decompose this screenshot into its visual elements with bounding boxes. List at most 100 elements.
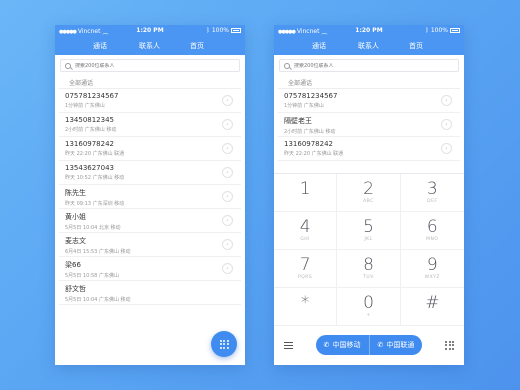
call-detail: 1分钟前 广东佛山 — [284, 103, 324, 109]
battery-info: ᛒ 100% — [425, 27, 460, 34]
tab-home[interactable]: 首页 — [190, 41, 204, 51]
key-digit: 7 — [299, 255, 311, 275]
list-item[interactable]: 13450812345 2小时前 广东佛山 移动 › — [59, 113, 241, 137]
chevron-right-icon[interactable]: › — [222, 215, 233, 226]
key-7[interactable]: 7 PQRS — [274, 250, 338, 288]
key-2[interactable]: 2 ABC — [337, 174, 401, 212]
call-detail: 2小时前 广东佛山 移动 — [284, 129, 336, 135]
key-hash[interactable]: # — [400, 288, 464, 326]
dialpad-icon — [219, 339, 229, 349]
search-icon — [65, 62, 71, 69]
tab-calls[interactable]: 通话 — [93, 41, 107, 51]
key-4[interactable]: 4 GHI — [274, 212, 338, 250]
contact-name: 13160978242 — [65, 140, 114, 148]
key-star[interactable]: * — [274, 288, 338, 326]
list-item[interactable]: 13160978242 昨天 22:20 广东佛山 联通 › — [59, 137, 241, 161]
key-3[interactable]: 3 DEF — [400, 174, 464, 212]
key-6[interactable]: 6 MNO — [400, 212, 464, 250]
call-mobile-label: 中国移动 — [332, 341, 361, 349]
list-item[interactable]: 075781234567 1分钟前 广东佛山 › — [59, 89, 241, 113]
call-detail: 昨天 10:52 广东佛山 移动 — [65, 175, 125, 181]
key-letters: MNO — [426, 237, 439, 242]
key-5[interactable]: 5 JKL — [337, 212, 401, 250]
list-item[interactable]: 舒文哲 5月5日 10:04 广东佛山 移动 — [59, 281, 241, 305]
call-detail: 昨天 22:20 广东佛山 联通 — [284, 151, 344, 157]
contact-name: 隔壁老王 — [284, 117, 312, 125]
contact-name: 陈先生 — [65, 189, 86, 197]
key-digit: 8 — [363, 255, 374, 275]
section-title: 全部通话 — [278, 72, 460, 89]
key-digit: 1 — [299, 179, 311, 199]
key-1[interactable]: 1 — [274, 174, 338, 212]
key-letters: WXYZ — [424, 275, 440, 280]
chevron-right-icon[interactable]: › — [222, 191, 233, 202]
key-digit: 2 — [363, 179, 374, 199]
dialpad-toggle-icon[interactable] — [445, 340, 454, 350]
phone-icon: ✆ — [377, 341, 384, 349]
call-mobile-button[interactable]: ✆ 中国移动 — [316, 335, 369, 355]
bluetooth-icon: ᛒ — [425, 27, 429, 34]
list-item[interactable]: 13543627043 昨天 10:52 广东佛山 移动 › — [59, 161, 241, 185]
list-item[interactable]: 黄小姐 5月5日 10:04 北京 移动 › — [59, 209, 241, 233]
chevron-right-icon[interactable]: › — [222, 239, 233, 250]
tab-calls[interactable]: 通话 — [312, 41, 326, 51]
search-icon — [284, 62, 290, 69]
key-9[interactable]: 9 WXYZ — [400, 250, 464, 288]
chevron-right-icon[interactable]: › — [222, 263, 233, 274]
key-letters: ABC — [363, 199, 374, 204]
call-detail: 5月5日 10:58 广东佛山 — [65, 273, 119, 279]
call-detail: 昨天 09:13 广东深圳 移动 — [65, 201, 125, 207]
bluetooth-icon: ᛒ — [206, 27, 210, 34]
call-unicom-label: 中国联通 — [386, 341, 415, 349]
top-nav: 通话 联系人 首页 — [274, 37, 464, 55]
search-box[interactable] — [279, 59, 459, 72]
menu-icon[interactable] — [284, 341, 293, 349]
list-item[interactable]: 075781234567 1分钟前 广东佛山 › — [278, 89, 460, 113]
key-digit: 6 — [426, 217, 438, 237]
call-detail: 昨天 22:20 广东佛山 联通 — [65, 151, 125, 157]
chevron-right-icon[interactable]: › — [441, 143, 452, 154]
call-detail: 6月4日 15:53 广东佛山 移动 — [65, 249, 131, 255]
chevron-right-icon[interactable]: › — [441, 95, 452, 106]
chevron-right-icon[interactable]: › — [441, 119, 452, 130]
call-detail: 5月5日 10:04 北京 移动 — [65, 225, 121, 231]
search-input[interactable] — [294, 62, 414, 69]
contact-name: 黄小姐 — [65, 213, 86, 221]
key-letters: TUV — [363, 275, 374, 280]
phone-dialer: ●●●●● Vincnet ︵ 1:20 PM ᛒ 100% 通话 联系人 首页… — [274, 25, 464, 365]
key-0[interactable]: 0 + — [337, 288, 401, 326]
section-title: 全部通话 — [59, 72, 241, 89]
battery-percent: 100% — [211, 27, 229, 34]
contact-name: 麦志文 — [65, 237, 86, 245]
call-button-group: ✆ 中国移动 ✆ 中国联通 — [315, 335, 423, 355]
call-detail: 2小时前 广东佛山 移动 — [65, 127, 117, 133]
tab-contacts[interactable]: 联系人 — [358, 41, 379, 51]
list-item[interactable]: 陈先生 昨天 09:13 广东深圳 移动 › — [59, 185, 241, 209]
contact-name: 13543627043 — [65, 164, 114, 172]
battery-info: ᛒ 100% — [206, 27, 241, 34]
list-item[interactable]: 梁66 5月5日 10:58 广东佛山 › — [59, 257, 241, 281]
battery-icon — [231, 28, 241, 33]
key-digit: 9 — [426, 255, 438, 275]
dialpad-button[interactable] — [211, 331, 237, 357]
key-digit: # — [425, 293, 440, 313]
tab-home[interactable]: 首页 — [409, 41, 423, 51]
chevron-right-icon[interactable]: › — [222, 95, 233, 106]
chevron-right-icon[interactable]: › — [222, 119, 233, 130]
tab-contacts[interactable]: 联系人 — [139, 41, 160, 51]
call-unicom-button[interactable]: ✆ 中国联通 — [368, 335, 423, 355]
key-digit: * — [300, 293, 310, 313]
list-item[interactable]: 13160978242 昨天 22:20 广东佛山 联通 › — [278, 137, 460, 161]
search-input[interactable] — [75, 62, 195, 69]
list-item[interactable]: 隔壁老王 2小时前 广东佛山 移动 › — [278, 113, 460, 137]
dialpad: 1 2 ABC 3 DEF 4 GHI 5 JKL 6 MNO 7 PQRS 8 TUV 9W… — [274, 173, 464, 326]
key-8[interactable]: 8 TUV — [337, 250, 401, 288]
call-detail: 5月5日 10:04 广东佛山 移动 — [65, 297, 131, 303]
chevron-right-icon[interactable]: › — [222, 143, 233, 154]
list-item[interactable]: 麦志文 6月4日 15:53 广东佛山 移动 › — [59, 233, 241, 257]
key-digit: 5 — [363, 217, 374, 237]
contact-name: 舒文哲 — [65, 285, 86, 293]
search-box[interactable] — [60, 59, 240, 72]
contact-name: 075781234567 — [284, 92, 338, 100]
chevron-right-icon[interactable]: › — [222, 167, 233, 178]
